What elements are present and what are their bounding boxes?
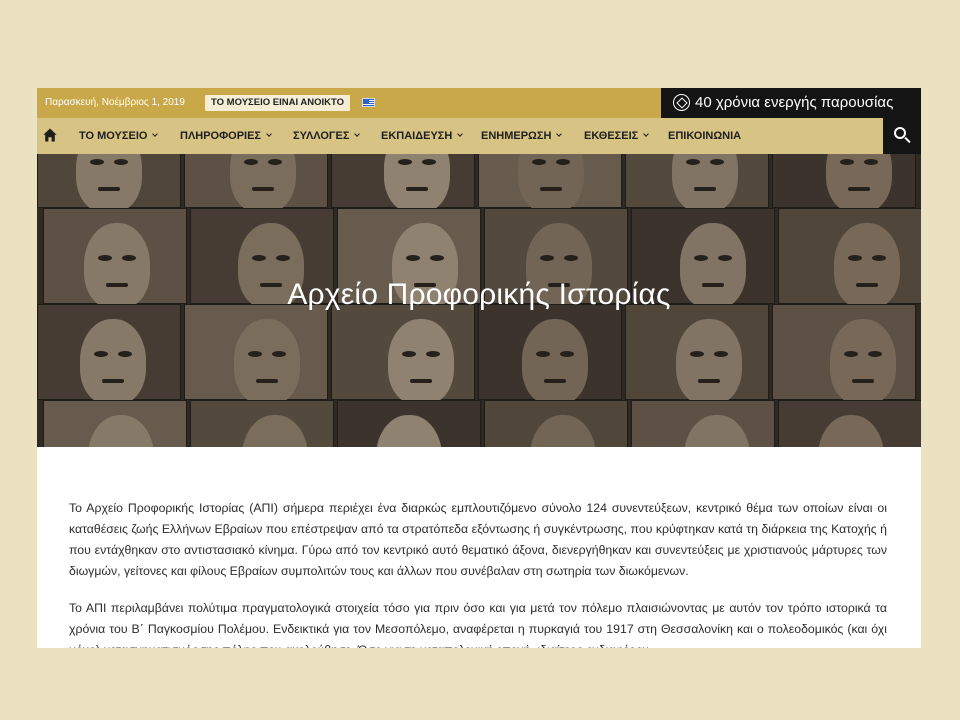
- nav-item-news[interactable]: ΕΝΗΜΕΡΩΣΗ: [481, 118, 563, 154]
- search-button[interactable]: [883, 118, 921, 154]
- article-body: Το Αρχείο Προφορικής Ιστορίας (ΑΠΙ) σήμε…: [69, 498, 887, 648]
- main-nav: ΤΟ ΜΟΥΣΕΙΟ ΠΛΗΡΟΦΟΡΙΕΣ ΣΥΛΛΟΓΕΣ ΕΚΠΑΙΔΕΥ…: [37, 118, 921, 154]
- article-paragraph: Το Αρχείο Προφορικής Ιστορίας (ΑΠΙ) σήμε…: [69, 501, 887, 578]
- nav-item-collections[interactable]: ΣΥΛΛΟΓΕΣ: [293, 118, 361, 154]
- anniversary-text: 40 χρόνια ενεργής παρουσίας: [695, 94, 894, 111]
- browser-page: Παρασκευή, Νοέμβριος 1, 2019 ΤΟ ΜΟΥΣΕΙΟ …: [37, 88, 921, 648]
- chevron-down-icon: [266, 131, 272, 137]
- nav-item-education[interactable]: ΕΚΠΑΙΔΕΥΣΗ: [381, 118, 464, 154]
- chevron-down-icon: [354, 131, 361, 137]
- nav-item-museum[interactable]: ΤΟ ΜΟΥΣΕΙΟ: [79, 118, 159, 154]
- nav-item-contact[interactable]: ΕΠΙΚΟΙΝΩΝΙΑ: [668, 118, 741, 154]
- page-title: Αρχείο Προφορικής Ιστορίας: [287, 278, 671, 311]
- nav-item-exhibitions[interactable]: ΕΚΘΕΣΕΙΣ: [584, 118, 650, 154]
- chevron-down-icon: [457, 131, 464, 137]
- hero-banner: Αρχείο Προφορικής Ιστορίας: [37, 154, 921, 447]
- museum-open-badge[interactable]: ΤΟ ΜΟΥΣΕΙΟ ΕΙΝΑΙ ΑΝΟΙΚΤΟ: [205, 95, 350, 111]
- current-date: Παρασκευή, Νοέμβριος 1, 2019: [45, 97, 185, 108]
- article-paragraph: Το ΑΠΙ περιλαμβάνει πολύτιμα πραγματολογ…: [69, 601, 887, 648]
- home-icon[interactable]: [43, 128, 57, 142]
- top-bar: Παρασκευή, Νοέμβριος 1, 2019 ΤΟ ΜΟΥΣΕΙΟ …: [37, 88, 921, 118]
- nav-item-information[interactable]: ΠΛΗΡΟΦΟΡΙΕΣ: [180, 118, 272, 154]
- chevron-down-icon: [643, 131, 650, 137]
- museum-seal-icon: [673, 94, 690, 111]
- greek-flag-icon[interactable]: [362, 98, 375, 107]
- anniversary-banner: 40 χρόνια ενεργής παρουσίας: [661, 88, 921, 118]
- chevron-down-icon: [152, 131, 159, 137]
- chevron-down-icon: [556, 131, 563, 137]
